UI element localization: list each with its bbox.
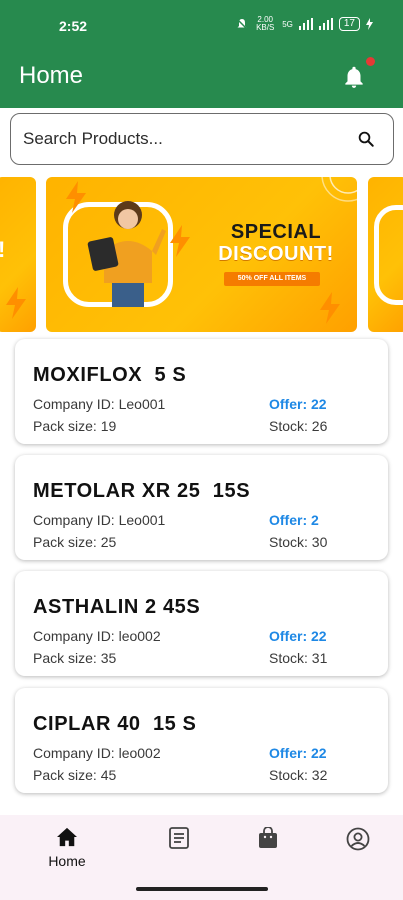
product-card[interactable]: ASTHALIN 2 45S Company ID: leo002 Pack s…: [15, 571, 388, 676]
product-card[interactable]: METOLAR XR 25 15S Company ID: Leo001 Pac…: [15, 455, 388, 560]
decorative-circles: [321, 177, 357, 202]
battery-indicator: 17: [338, 17, 360, 31]
nav-item-bag[interactable]: [238, 827, 298, 877]
banner-slide-special-discount[interactable]: SPECIAL DISCOUNT! 50% OFF ALL ITEMS: [46, 177, 357, 332]
product-name: METOLAR XR 25 15S: [33, 480, 251, 502]
product-card[interactable]: MOXIFLOX 5 S Company ID: Leo001 Pack siz…: [15, 339, 388, 444]
product-pack-size: Pack size: 45: [33, 767, 117, 783]
lightning-icon: [6, 287, 26, 319]
person-with-tablet-image: [87, 201, 166, 307]
product-name: CIPLAR 40 15 S: [33, 713, 197, 735]
product-offer: Offer: 2: [269, 512, 319, 528]
product-pack-size: Pack size: 35: [33, 650, 117, 666]
status-icons: 2.00 KB/S 5G 17: [236, 16, 373, 32]
search-input[interactable]: [23, 126, 343, 152]
signal-icon-2: [318, 18, 333, 30]
product-stock: Stock: 30: [269, 534, 328, 550]
status-time: 2:52: [59, 18, 88, 34]
banner-headline-special: SPECIAL: [230, 221, 322, 243]
app-bar: 2:52 2.00 KB/S 5G 17 Home: [0, 0, 403, 108]
product-company-id: Company ID: leo002: [33, 628, 161, 644]
banner-headline-discount: DISCOUNT!: [218, 243, 334, 265]
nav-item-profile[interactable]: [328, 827, 388, 877]
product-offer: Offer: 22: [269, 745, 327, 761]
product-card[interactable]: CIPLAR 40 15 S Company ID: leo002 Pack s…: [15, 688, 388, 793]
banner-slide-previous[interactable]: !: [0, 177, 36, 332]
product-name: ASTHALIN 2 45S: [33, 596, 201, 618]
banner-headline: SPECIAL DISCOUNT!: [206, 221, 346, 265]
product-stock: Stock: 26: [269, 418, 328, 434]
lightning-icon: [66, 181, 86, 213]
product-offer: Offer: 22: [269, 396, 327, 412]
notification-dot: [366, 57, 375, 66]
nav-item-orders[interactable]: [149, 827, 209, 877]
mute-icon: [236, 18, 248, 30]
product-stock: Stock: 32: [269, 767, 328, 783]
home-icon: [57, 827, 77, 847]
search-bar[interactable]: [10, 113, 394, 165]
product-pack-size: Pack size: 19: [33, 418, 117, 434]
gesture-bar[interactable]: [136, 887, 268, 891]
profile-icon: [346, 827, 370, 851]
banner-photo-frame: [374, 205, 403, 305]
product-pack-size: Pack size: 25: [33, 534, 117, 550]
product-name: MOXIFLOX 5 S: [33, 364, 187, 386]
status-bar: 2:52 2.00 KB/S 5G 17: [0, 0, 403, 52]
search-icon[interactable]: [357, 130, 375, 148]
banner-tagline: 50% OFF ALL ITEMS: [224, 272, 320, 286]
banner-peek-text: !: [0, 237, 5, 263]
bell-icon[interactable]: [341, 63, 367, 91]
network-type: 5G: [282, 19, 293, 29]
product-company-id: Company ID: Leo001: [33, 512, 166, 528]
nav-home-label: Home: [48, 853, 86, 869]
nav-item-home[interactable]: Home: [37, 827, 97, 877]
product-company-id: Company ID: Leo001: [33, 396, 166, 412]
charging-icon: [366, 18, 373, 30]
bag-icon: [259, 827, 277, 848]
banner-slide-next[interactable]: [368, 177, 403, 332]
network-speed: 2.00 KB/S: [256, 15, 275, 32]
lightning-icon: [320, 292, 340, 324]
product-stock: Stock: 31: [269, 650, 328, 666]
product-offer: Offer: 22: [269, 628, 327, 644]
signal-icon: [298, 18, 313, 30]
page-title: Home: [19, 62, 84, 89]
product-company-id: Company ID: leo002: [33, 745, 161, 761]
orders-icon: [169, 827, 189, 849]
lightning-icon: [170, 225, 190, 257]
